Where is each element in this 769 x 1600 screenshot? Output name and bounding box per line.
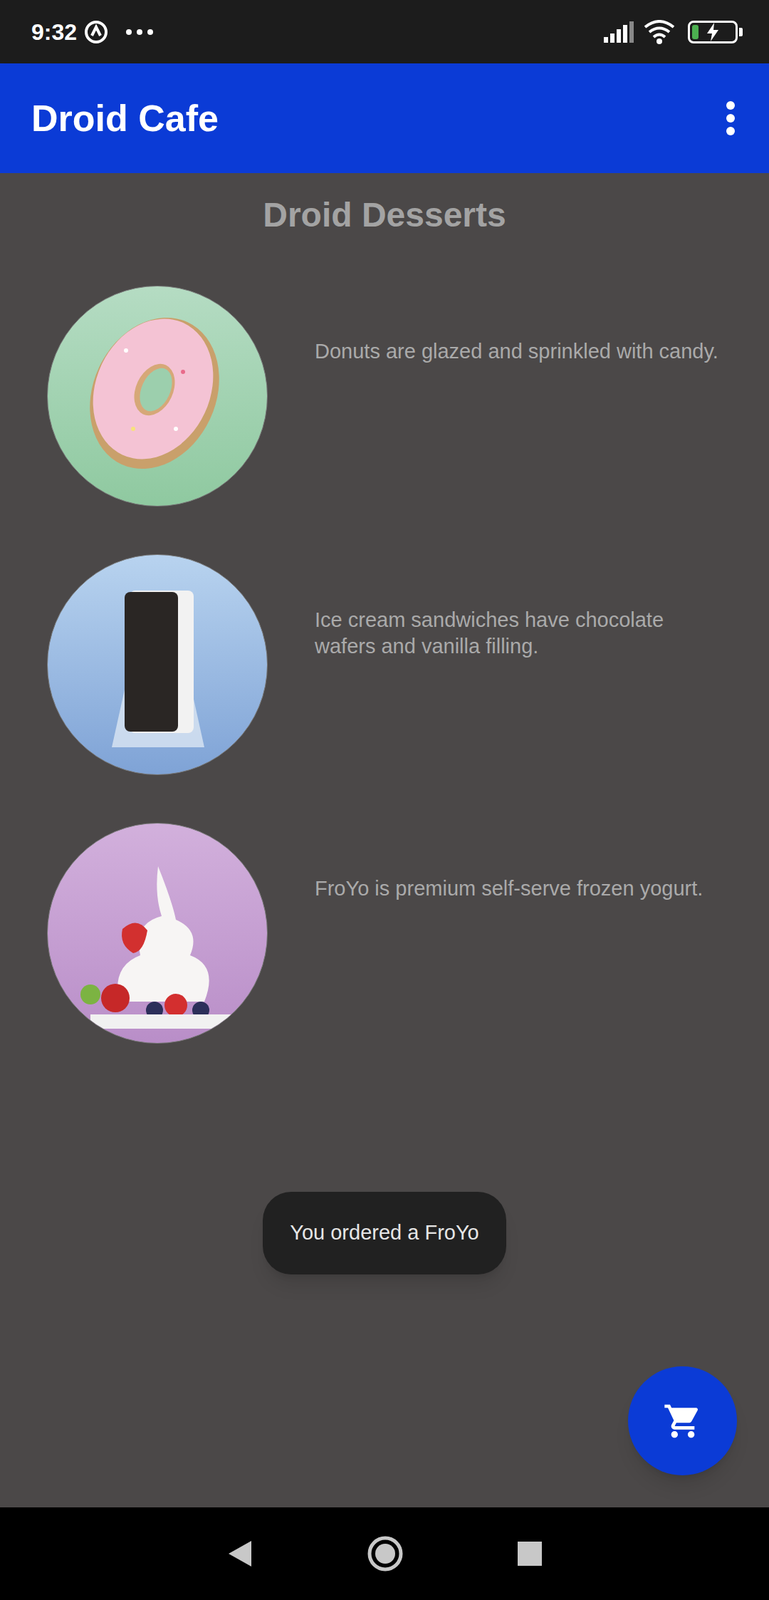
heading: Droid Desserts xyxy=(0,173,769,236)
recents-icon[interactable] xyxy=(517,1540,542,1566)
battery-icon xyxy=(687,20,738,44)
battery-fill xyxy=(692,24,699,40)
toast: You ordered a FroYo xyxy=(262,1191,507,1274)
back-icon[interactable] xyxy=(227,1538,253,1568)
dessert-description: Donuts are glazed and sprinkled with can… xyxy=(314,285,728,365)
dessert-row: Ice cream sandwiches have chocolate wafe… xyxy=(46,553,769,775)
app-title: Droid Cafe xyxy=(31,90,725,146)
overflow-menu-icon[interactable] xyxy=(724,101,737,136)
status-bar: 9:32 xyxy=(0,0,769,64)
wifi-icon xyxy=(643,19,676,45)
home-icon[interactable] xyxy=(366,1534,404,1572)
cart-button[interactable] xyxy=(628,1365,737,1475)
cart-icon xyxy=(662,1400,703,1441)
dessert-description: FroYo is premium self-serve frozen yogur… xyxy=(314,822,728,902)
dessert-image[interactable] xyxy=(46,553,268,775)
content: Droid Desserts Donuts are glazed and spri… xyxy=(0,173,769,1507)
dessert-list: Donuts are glazed and sprinkled with can… xyxy=(0,235,769,1044)
more-notifications-icon xyxy=(125,28,154,36)
dessert-description: Ice cream sandwiches have chocolate wafe… xyxy=(314,553,728,660)
dessert-image[interactable] xyxy=(46,285,268,507)
dnd-icon xyxy=(84,19,109,45)
dessert-row: FroYo is premium self-serve frozen yogur… xyxy=(46,822,769,1044)
dessert-image[interactable] xyxy=(46,822,268,1044)
charging-icon xyxy=(705,22,720,42)
app-bar: Droid Cafe xyxy=(0,63,769,174)
signal-icon xyxy=(603,21,634,43)
navigation-bar xyxy=(0,1506,769,1600)
clock: 9:32 xyxy=(31,14,77,50)
dessert-row: Donuts are glazed and sprinkled with can… xyxy=(46,285,769,507)
